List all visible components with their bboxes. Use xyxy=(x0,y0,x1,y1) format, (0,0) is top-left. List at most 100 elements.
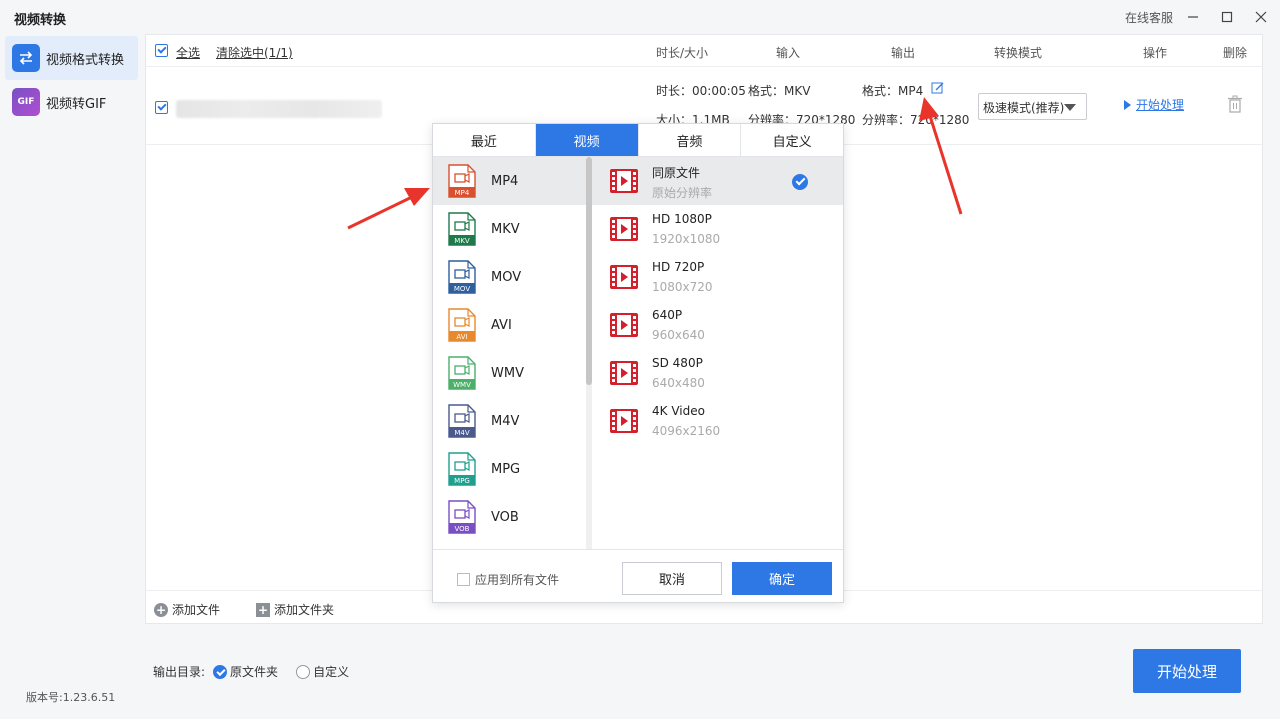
file-mov-icon: MOV xyxy=(448,260,476,294)
format-item-m4v[interactable]: M4V M4V xyxy=(433,397,586,445)
file-vob-icon: VOB xyxy=(448,500,476,534)
gif-icon: GIF xyxy=(12,88,40,116)
file-name-blurred xyxy=(176,100,382,118)
add-folder-button[interactable]: + 添加文件夹 xyxy=(256,601,334,618)
minimize-icon[interactable] xyxy=(1182,6,1204,28)
format-label: AVI xyxy=(491,317,512,333)
svg-text:MPG: MPG xyxy=(454,477,470,485)
close-icon[interactable] xyxy=(1250,6,1272,28)
resolution-item[interactable]: 同原文件 原始分辨率 xyxy=(592,157,843,205)
file-mpg-icon: MPG xyxy=(448,452,476,486)
check-circle-icon xyxy=(792,174,808,190)
resolution-size: 4096x2160 xyxy=(652,424,721,438)
online-service-link[interactable]: 在线客服 xyxy=(1125,9,1173,26)
file-m4v-icon: M4V xyxy=(448,404,476,438)
convert-mode-select[interactable]: 极速模式(推荐) xyxy=(978,93,1087,120)
resolution-item[interactable]: 4K Video 4096x2160 xyxy=(592,397,843,445)
video-film-icon xyxy=(610,361,638,385)
column-duration-size: 时长/大小 xyxy=(656,46,709,60)
resolution-list: 同原文件 原始分辨率 HD 1080P 1920x1080 HD 720P 1080x72… xyxy=(592,157,843,549)
format-item-mp4[interactable]: MP4 MP4 xyxy=(433,157,586,205)
file-avi-icon: AVI xyxy=(448,308,476,342)
apply-all-label: 应用到所有文件 xyxy=(475,573,560,587)
version-label: 版本号:1.23.6.51 xyxy=(26,691,116,704)
confirm-button[interactable]: 确定 xyxy=(732,562,832,595)
resolution-name: SD 480P xyxy=(652,356,703,370)
checkbox[interactable] xyxy=(457,573,470,586)
video-film-icon xyxy=(610,409,638,433)
video-film-icon xyxy=(610,169,638,193)
resolution-item[interactable]: HD 1080P 1920x1080 xyxy=(592,205,843,253)
tab-recent[interactable]: 最近 xyxy=(433,124,536,156)
apply-all-checkbox[interactable]: 应用到所有文件 xyxy=(457,571,559,588)
duration-value: 时长：00:00:05 xyxy=(656,84,746,98)
format-picker-popup: 最近 视频 音频 自定义 MP4 MP4 MKV MKV MOV MOV AVI AVI WMV… xyxy=(432,123,844,603)
maximize-icon[interactable] xyxy=(1216,6,1238,28)
format-label: MKV xyxy=(491,221,520,237)
tab-video[interactable]: 视频 xyxy=(535,124,639,156)
tab-custom[interactable]: 自定义 xyxy=(741,124,843,156)
cancel-button[interactable]: 取消 xyxy=(622,562,722,595)
start-process-button[interactable]: 开始处理 xyxy=(1133,649,1241,693)
resolution-size: 640x480 xyxy=(652,376,705,390)
select-all-link[interactable]: 全选 xyxy=(176,44,200,61)
video-film-icon xyxy=(610,313,638,337)
output-dir-label: 输出目录: xyxy=(153,665,206,679)
format-label: MPG xyxy=(491,461,521,477)
clear-selected-link[interactable]: 清除选中(1/1) xyxy=(216,44,293,61)
original-folder-label: 原文件夹 xyxy=(230,665,279,679)
file-wmv-icon: WMV xyxy=(448,356,476,390)
swap-icon xyxy=(12,44,40,72)
resolution-name: 640P xyxy=(652,308,683,322)
row-checkbox[interactable] xyxy=(155,101,168,114)
format-label: M4V xyxy=(491,413,520,429)
svg-text:MKV: MKV xyxy=(454,237,470,245)
format-tabs: 最近 视频 音频 自定义 xyxy=(433,124,843,157)
output-format-value: 格式：MP4 xyxy=(862,84,924,98)
svg-text:MOV: MOV xyxy=(454,285,470,293)
svg-text:M4V: M4V xyxy=(454,429,469,437)
app-title: 视频转换 xyxy=(14,13,67,28)
select-all-checkbox[interactable] xyxy=(155,44,168,57)
svg-text:VOB: VOB xyxy=(455,525,470,533)
input-format-value: 格式：MKV xyxy=(748,84,811,98)
list-header: 全选 清除选中(1/1) 时长/大小 输入 输出 转换模式 操作 删除 xyxy=(146,35,1262,67)
output-directory: 输出目录: 原文件夹 自定义 xyxy=(153,663,349,680)
format-item-wmv[interactable]: WMV WMV xyxy=(433,349,586,397)
column-input: 输入 xyxy=(776,46,801,60)
resolution-size: 960x640 xyxy=(652,328,705,342)
format-list: MP4 MP4 MKV MKV MOV MOV AVI AVI WMV WMV M4V M4V MPG M… xyxy=(433,157,586,549)
edit-icon[interactable] xyxy=(931,81,945,95)
resolution-name: HD 720P xyxy=(652,260,705,274)
title-bar: 视频转换 在线客服 xyxy=(0,0,1280,34)
format-item-mpg[interactable]: MPG MPG xyxy=(433,445,586,493)
radio-custom-folder[interactable] xyxy=(296,664,311,679)
format-item-mov[interactable]: MOV MOV xyxy=(433,253,586,301)
add-folder-label: 添加文件夹 xyxy=(274,603,335,617)
output-resolution-value: 分辨率：720*1280 xyxy=(862,113,970,127)
sidebar-item-video-to-gif[interactable]: GIF 视频转GIF xyxy=(5,80,138,124)
sidebar-item-label: 视频格式转换 xyxy=(46,52,125,68)
sidebar-item-video-format-convert[interactable]: 视频格式转换 xyxy=(5,36,138,80)
format-label: MOV xyxy=(491,269,522,285)
convert-mode-value: 极速模式(推荐) xyxy=(983,101,1065,115)
row-start-link[interactable]: 开始处理 xyxy=(1124,96,1184,113)
custom-folder-label: 自定义 xyxy=(313,665,350,679)
column-actions: 操作 xyxy=(1143,46,1168,60)
svg-text:AVI: AVI xyxy=(456,333,467,341)
trash-icon[interactable] xyxy=(1227,95,1243,113)
format-item-vob[interactable]: VOB VOB xyxy=(433,493,586,541)
radio-original-folder[interactable] xyxy=(213,664,228,679)
format-item-mkv[interactable]: MKV MKV xyxy=(433,205,586,253)
svg-text:MP4: MP4 xyxy=(455,189,470,197)
resolution-item[interactable]: SD 480P 640x480 xyxy=(592,349,843,397)
add-file-button[interactable]: + 添加文件 xyxy=(154,601,220,618)
resolution-item[interactable]: HD 720P 1080x720 xyxy=(592,253,843,301)
add-file-label: 添加文件 xyxy=(172,603,221,617)
format-label: VOB xyxy=(491,509,519,525)
format-item-avi[interactable]: AVI AVI xyxy=(433,301,586,349)
resolution-item[interactable]: 640P 960x640 xyxy=(592,301,843,349)
sidebar: 视频格式转换 GIF 视频转GIF 版本号:1.23.6.51 xyxy=(0,34,140,719)
tab-audio[interactable]: 音频 xyxy=(639,124,742,156)
file-mp4-icon: MP4 xyxy=(448,164,476,198)
